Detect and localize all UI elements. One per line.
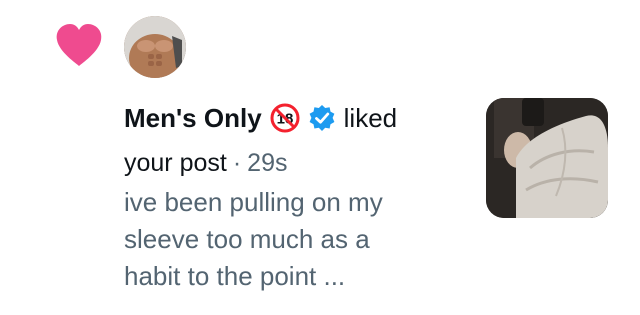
post-thumbnail[interactable] xyxy=(486,98,608,218)
post-preview[interactable]: ive been pulling on my sleeve too much a… xyxy=(124,184,454,295)
post-preview-line: habit to the point ... xyxy=(124,261,346,291)
separator: · xyxy=(232,148,242,177)
verified-badge-icon xyxy=(309,105,335,131)
post-preview-line: sleeve too much as a xyxy=(124,224,370,254)
post-preview-line: ive been pulling on my xyxy=(124,187,383,217)
notification-title: Men's Only 18 liked xyxy=(124,100,397,136)
notification-subtitle: your post · 29s xyxy=(124,146,287,180)
timestamp[interactable]: 29s xyxy=(247,149,287,178)
action-text: liked xyxy=(343,102,398,133)
object-text: your post xyxy=(124,148,227,177)
avatar[interactable] xyxy=(124,16,186,78)
account-name[interactable]: Men's Only xyxy=(124,103,262,134)
age-18-badge-icon: 18 xyxy=(270,103,300,133)
heart-icon xyxy=(56,24,102,66)
